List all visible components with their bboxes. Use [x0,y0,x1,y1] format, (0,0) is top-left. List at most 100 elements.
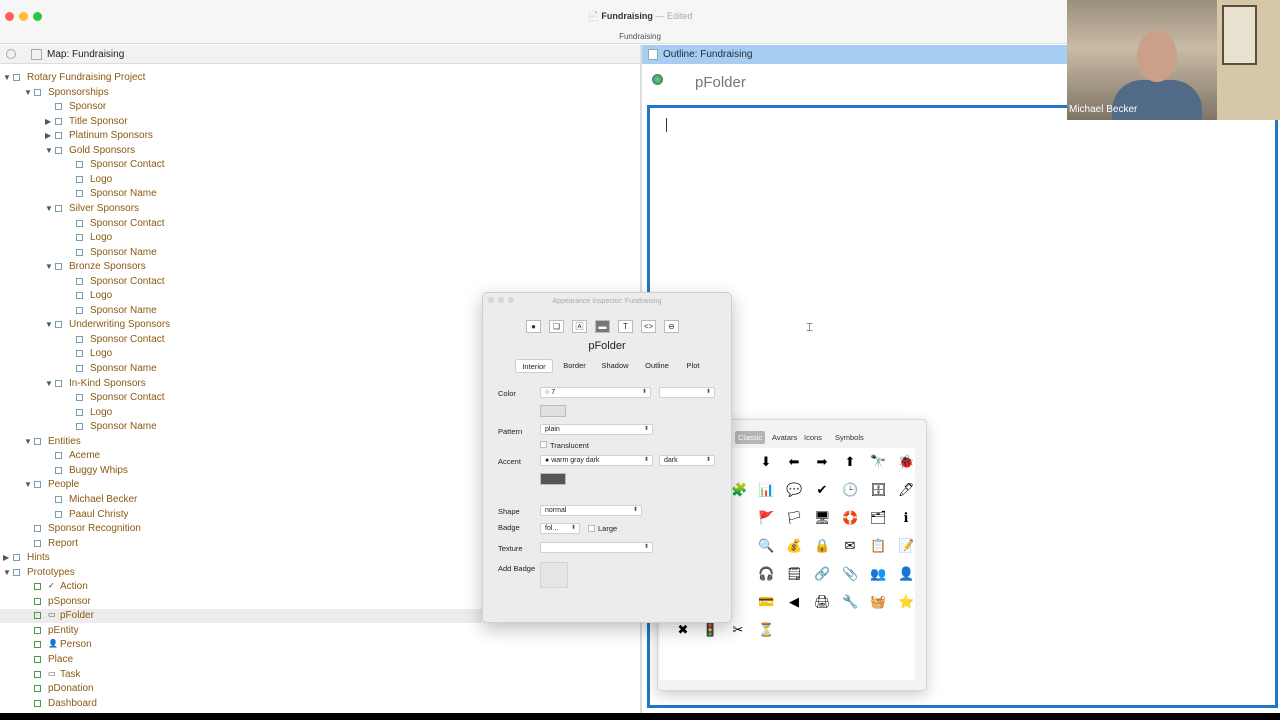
badge-option-icon[interactable]: 🔭 [870,454,886,470]
disclosure-open-icon[interactable]: ▼ [45,379,53,388]
video-background-wall [1217,0,1280,120]
note-icon [76,307,83,314]
badge-option-icon[interactable]: 🖥 [814,510,831,526]
badge-option-icon[interactable]: 🔗 [814,566,830,582]
accent-swatch[interactable] [540,473,566,485]
badge-option-icon[interactable]: 💳 [758,594,774,610]
badge-option-icon[interactable]: 📝 [898,538,914,554]
tab-plot[interactable]: Plot [679,359,707,373]
add-badge-well[interactable] [540,562,568,588]
code-icon[interactable]: <> [641,320,656,333]
badge-option-icon[interactable]: 🗂 [870,510,887,526]
large-checkbox[interactable] [588,525,595,532]
disclosure-open-icon[interactable]: ▼ [45,146,53,155]
color-variant-select[interactable]: ⬍ [659,387,715,398]
tab-interior[interactable]: Interior [515,359,553,373]
badge-option-icon[interactable]: ⏳ [758,622,774,638]
disclosure-open-icon[interactable]: ▼ [3,568,11,577]
badge-option-icon[interactable]: ⬆ [842,454,858,470]
tab-classic[interactable]: Classic [735,431,766,444]
badge-select[interactable]: fol... ⬍ [540,523,580,534]
disclosure-open-icon[interactable]: ▼ [24,437,32,446]
note-icon [76,336,83,343]
note-icon [55,467,62,474]
badge-option-icon[interactable]: 🗒 [786,566,803,582]
shape-select[interactable]: normal ⬍ [540,505,642,516]
translucent-checkbox[interactable] [540,441,547,448]
tab-shadow[interactable]: Shadow [595,359,635,373]
badge-option-icon[interactable]: 🚦 [702,622,718,638]
note-status-icon[interactable] [652,74,663,85]
badge-option-icon[interactable]: 🗄 [870,482,887,498]
disclosure-closed-icon[interactable]: ▶ [45,131,51,140]
badge-option-icon[interactable]: ⭐ [898,594,914,610]
note-icon [34,583,41,590]
badge-option-icon[interactable]: 🕒 [842,482,858,498]
badge-option-icon[interactable]: ⬇ [758,454,774,470]
pattern-select[interactable]: plain ⬍ [540,424,653,435]
disclosure-open-icon[interactable]: ▼ [45,320,53,329]
badge-option-icon[interactable]: ℹ [898,510,914,526]
tree-row-label: Bronze Sponsors [69,261,146,272]
action-icon[interactable]: ⊖ [664,320,679,333]
badge-option-icon[interactable]: ✔ [814,482,830,498]
disclosure-closed-icon[interactable]: ▶ [3,553,9,562]
text-icon[interactable]: T [618,320,633,333]
tree-row[interactable]: ▭ pFolder [0,609,482,623]
tree-row-label: Sponsor Contact [90,159,165,170]
tab-avatars[interactable]: Avatars [769,431,800,444]
badge-option-icon[interactable]: 🐞 [898,454,914,470]
color-swatch[interactable] [540,405,566,417]
badge-option-icon[interactable]: 🔒 [814,538,830,554]
tab-outline[interactable]: Outline [637,359,677,373]
badge-option-icon[interactable]: 🛟 [842,510,858,526]
disclosure-open-icon[interactable]: ▼ [24,88,32,97]
tree-row-label: pDonation [48,683,94,694]
attribute-icon[interactable]: 🄰 [572,320,587,333]
badge-option-icon[interactable]: 🖊 [898,482,915,498]
badge-option-icon[interactable]: 👤 [898,566,914,582]
badge-label: Badge [498,523,520,532]
badge-option-icon[interactable]: ✖ [675,622,691,638]
badge-option-icon[interactable]: 📋 [870,538,886,554]
disclosure-open-icon[interactable]: ▼ [3,73,11,82]
note-title[interactable]: pFolder [695,74,746,91]
badge-option-icon[interactable]: 🏳 [786,510,803,526]
badge-option-icon[interactable]: ⬅ [786,454,802,470]
badge-option-icon[interactable]: ➡ [814,454,830,470]
document-icon[interactable]: ❏ [549,320,564,333]
badge-option-icon[interactable]: 📎 [842,566,858,582]
badge-option-icon[interactable]: ✉ [842,538,858,554]
edited-status: Edited [666,11,693,21]
properties-icon[interactable]: ▬ [595,320,610,333]
badge-option-icon[interactable]: 🔧 [842,594,858,610]
texture-select[interactable]: ⬍ [540,542,653,553]
disclosure-open-icon[interactable]: ▼ [45,204,53,213]
badge-option-icon[interactable]: 🚩 [758,510,774,526]
color-select[interactable]: ○ 7 ⬍ [540,387,651,398]
tab-symbols[interactable]: Symbols [832,431,867,444]
badge-option-icon[interactable]: 🎧 [758,566,774,582]
accent-shade-select[interactable]: dark ⬍ [659,455,715,466]
badge-option-icon[interactable]: ✂ [730,622,746,638]
accent-select[interactable]: ● warm gray dark ⬍ [540,455,653,466]
tab-icons[interactable]: Icons [801,431,825,444]
badge-option-icon[interactable]: 🔍 [758,538,774,554]
disclosure-open-icon[interactable]: ▼ [24,480,32,489]
disclosure-closed-icon[interactable]: ▶ [45,117,51,126]
badge-option-icon[interactable]: 💬 [786,482,802,498]
circle-icon[interactable] [6,49,16,59]
note-icon [34,641,41,648]
badge-option-icon[interactable]: 🖨 [814,594,831,610]
badge-option-icon[interactable]: 💰 [786,538,802,554]
disclosure-open-icon[interactable]: ▼ [45,262,53,271]
badge-option-icon[interactable]: 🧩 [731,482,747,498]
appearance-icon[interactable]: ● [526,320,541,333]
ibeam-cursor-icon: ⌶ [806,320,814,334]
badge-option-icon[interactable]: 📊 [758,482,774,498]
badge-option-icon[interactable]: 👥 [870,566,886,582]
badge-option-icon[interactable]: 🧺 [870,594,886,610]
tab-border[interactable]: Border [557,359,592,373]
map-pane-header[interactable]: Map: Fundraising [0,45,640,64]
badge-option-icon[interactable]: ◀ [786,594,802,610]
